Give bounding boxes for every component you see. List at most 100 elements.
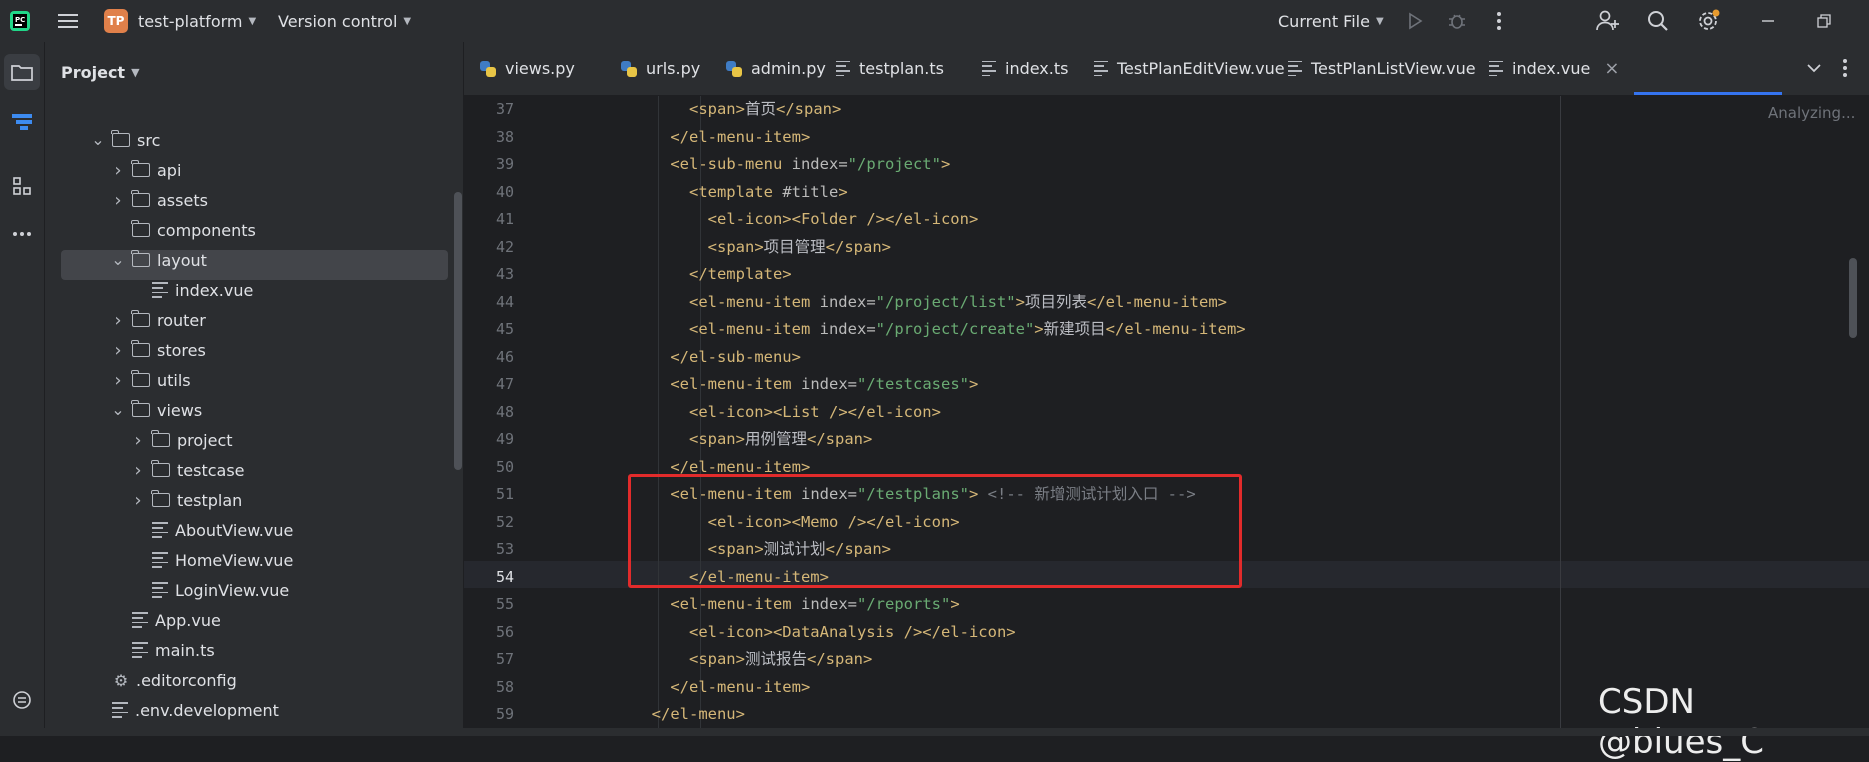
search-icon[interactable] [1646,9,1670,33]
tab-index-ts[interactable]: index.ts [982,42,1068,95]
chevron-right-icon[interactable]: › [130,460,146,481]
code-line[interactable]: <span>首页</span> [577,96,841,123]
code-line[interactable]: </el-sub-menu> [577,344,801,371]
code-line[interactable]: <template #title> [577,179,848,206]
tree-file-row[interactable]: .env.development [90,695,279,725]
main-menu-icon[interactable] [56,9,80,33]
code-line[interactable]: <el-menu-item index="/project/list">项目列表… [577,289,1227,316]
debug-icon[interactable] [1445,9,1469,33]
python-file-icon [480,60,496,77]
add-user-icon[interactable] [1596,9,1620,33]
chevron-down-icon[interactable]: ⌄ [110,252,126,268]
code-line[interactable]: </el-menu-item> [577,124,810,151]
more-tools-icon[interactable] [4,216,40,252]
tree-folder-row[interactable]: ⌄ views [110,395,202,425]
tree-file-row[interactable]: HomeView.vue [130,545,293,575]
chevron-right-icon[interactable]: › [130,490,146,511]
tree-folder-row[interactable]: › router [110,305,205,335]
code-line[interactable]: <el-icon><Folder /></el-icon> [577,206,979,233]
tab-index-vue[interactable]: index.vue × [1489,42,1619,95]
tree-item-label: layout [157,250,207,270]
chevron-right-icon[interactable]: › [130,430,146,451]
restore-window-icon[interactable] [1812,9,1836,33]
python-file-icon [621,60,637,77]
chevron-right-icon[interactable]: › [110,190,126,211]
code-line[interactable]: <el-icon><DataAnalysis /></el-icon> [577,619,1016,646]
tab-urls-py[interactable]: urls.py [621,42,700,95]
folder-icon [131,370,150,387]
close-tab-icon[interactable]: × [1604,58,1619,79]
code-line[interactable]: <span>测试报告</span> [577,646,872,673]
tab-label: views.py [505,59,575,78]
tree-folder-row[interactable]: ⌄ src [90,125,160,155]
line-number: 40 [495,182,514,201]
project-panel-header[interactable]: Project ▼ [61,42,140,102]
svg-text:PC: PC [15,16,25,24]
tab-label: TestPlanEditView.vue [1117,59,1285,78]
chevron-right-icon[interactable]: › [110,340,126,361]
project-tool-folder-icon[interactable] [4,54,40,90]
more-actions-icon[interactable] [1487,9,1511,33]
tree-file-row[interactable]: App.vue [110,605,221,635]
tree-folder-row[interactable]: › project [130,425,232,455]
chevron-right-icon[interactable]: › [110,310,126,331]
pycharm-logo-icon[interactable]: PC [8,9,32,33]
code-line[interactable]: <span>用例管理</span> [577,426,872,453]
code-line[interactable]: <el-sub-menu index="/project"> [577,151,950,178]
tab-list-chevron-icon[interactable] [1802,56,1826,80]
tab-views-py[interactable]: views.py [480,42,575,95]
tree-folder-row[interactable]: › testcase [130,455,244,485]
tree-folder-row[interactable]: › utils [110,365,190,395]
tab-label: urls.py [646,59,701,78]
tree-item-label: assets [157,190,208,210]
tab-admin-py[interactable]: admin.py [726,42,826,95]
title-bar: PC TP test-platform ▼ Version control ▼ … [0,0,1869,42]
tab-label: index.ts [1005,59,1069,78]
tree-file-row[interactable]: index.vue [130,275,253,305]
project-panel-scrollbar[interactable] [454,192,462,470]
line-number: 41 [495,210,514,228]
project-switcher[interactable]: TP test-platform ▼ [104,0,256,42]
editor-scrollbar[interactable] [1849,258,1857,338]
tab-testplaneditview-vue[interactable]: TestPlanEditView.vue [1094,42,1285,95]
tree-file-row[interactable]: AboutView.vue [130,515,293,545]
code-line[interactable]: <el-menu-item index="/testcases"> [577,371,978,398]
chevron-right-icon[interactable]: › [110,370,126,391]
settings-gear-icon[interactable] [1697,9,1721,33]
line-number: 52 [495,512,514,531]
line-number: 55 [495,595,514,613]
tab-testplan-ts[interactable]: testplan.ts [836,42,944,95]
tree-folder-row[interactable]: ⌄ layout [110,245,207,275]
tab-more-icon[interactable] [1833,56,1857,80]
python-console-icon[interactable] [4,682,40,718]
code-line[interactable]: <el-icon><List /></el-icon> [577,399,941,426]
tree-file-row[interactable]: main.ts [110,635,215,665]
folder-icon [111,130,130,147]
chevron-right-icon[interactable]: › [110,160,126,181]
tree-folder-row[interactable]: › stores [110,335,205,365]
run-config-selector[interactable]: Current File ▼ [1278,0,1384,42]
tree-folder-row[interactable]: components [110,215,256,245]
project-badge: TP [104,9,128,33]
structure-tool-icon[interactable] [4,168,40,204]
tree-file-row[interactable]: LoginView.vue [130,575,289,605]
minimize-window-icon[interactable] [1756,9,1780,33]
tree-folder-row[interactable]: › api [110,155,181,185]
vcs-tool-icon[interactable] [4,104,40,140]
chevron-down-icon[interactable]: ⌄ [110,402,126,418]
code-line[interactable]: </el-menu> [577,701,745,728]
tab-testplanlistview-vue[interactable]: TestPlanListView.vue [1288,42,1476,95]
code-line[interactable]: </el-menu-item> [577,674,810,701]
chevron-down-icon[interactable]: ⌄ [90,132,106,148]
tree-file-row[interactable]: ⚙ .editorconfig [90,665,237,695]
line-number: 46 [495,347,514,366]
run-icon[interactable] [1403,9,1427,33]
tree-folder-row[interactable]: › testplan [130,485,242,515]
tree-folder-row[interactable]: › assets [110,185,208,215]
code-line[interactable]: <el-menu-item index="/reports"> [577,591,959,618]
code-line[interactable]: </template> [577,261,792,288]
code-line[interactable]: <el-menu-item index="/project/create">新建… [577,316,1246,343]
line-number: 43 [495,265,514,283]
code-line[interactable]: <span>项目管理</span> [577,234,891,261]
version-control-menu[interactable]: Version control ▼ [278,0,411,42]
